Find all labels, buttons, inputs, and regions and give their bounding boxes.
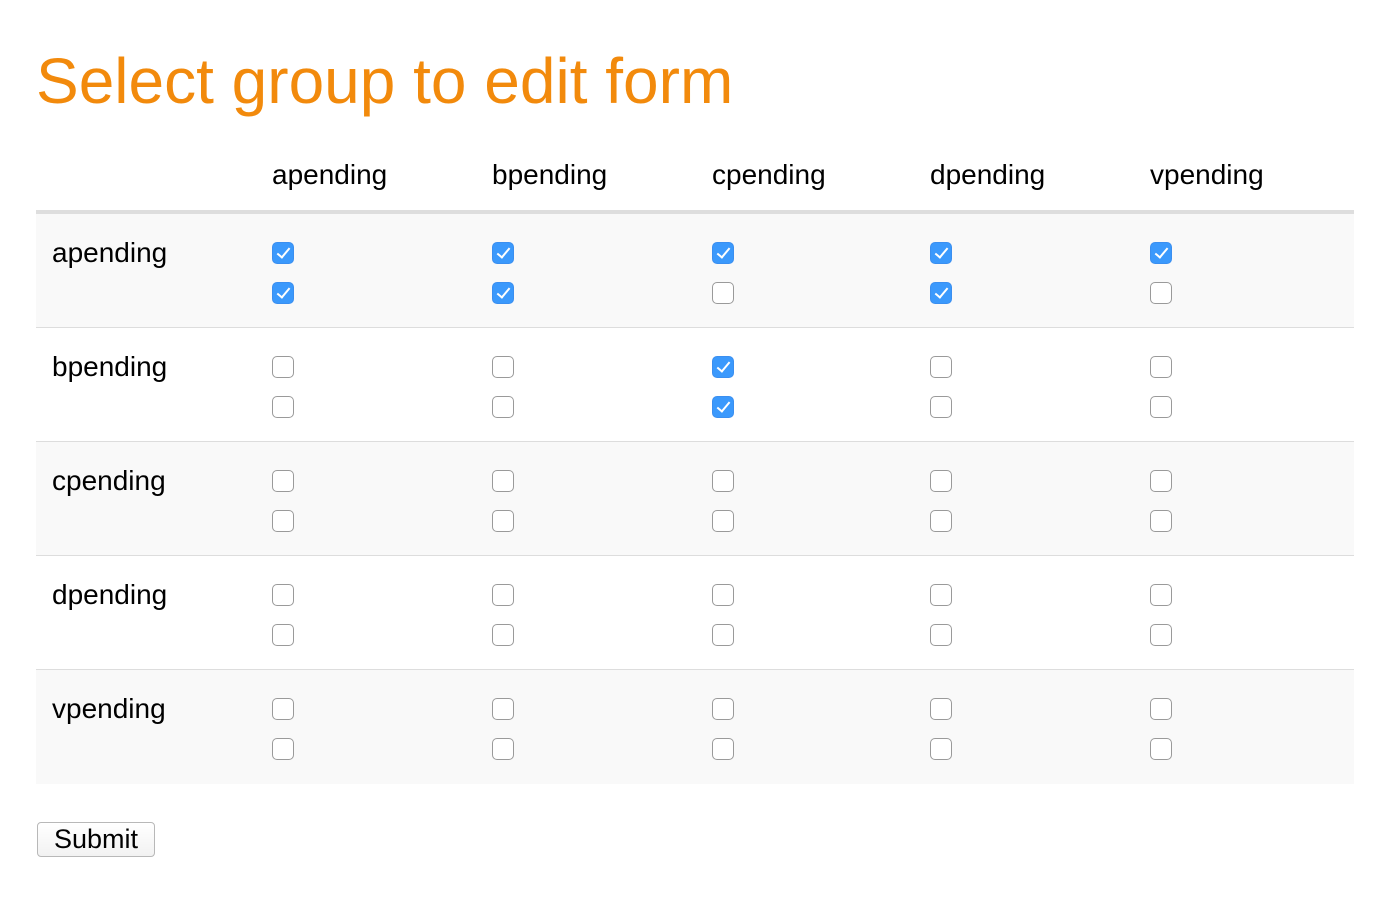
cell-apending-cpending [712, 242, 738, 304]
row-label: apending [52, 237, 168, 268]
checkbox-dpending-apending-2[interactable] [272, 624, 294, 646]
cell-bpending-bpending [492, 356, 518, 418]
cell-vpending-dpending [930, 698, 956, 760]
checkbox-dpending-dpending-1[interactable] [930, 584, 952, 606]
table-header-row: apending bpending cpending dpending vpending [36, 140, 1354, 214]
checkbox-apending-vpending-1[interactable] [1150, 242, 1172, 264]
column-header-vpending: vpending [1150, 159, 1264, 190]
checkbox-bpending-vpending-1[interactable] [1150, 356, 1172, 378]
checkbox-cpending-cpending-1[interactable] [712, 470, 734, 492]
checkbox-bpending-apending-1[interactable] [272, 356, 294, 378]
cell-cpending-cpending [712, 470, 738, 532]
checkbox-dpending-cpending-2[interactable] [712, 624, 734, 646]
cell-dpending-vpending [1150, 584, 1176, 646]
checkbox-dpending-bpending-1[interactable] [492, 584, 514, 606]
checkbox-dpending-bpending-2[interactable] [492, 624, 514, 646]
checkbox-bpending-bpending-2[interactable] [492, 396, 514, 418]
cell-apending-vpending [1150, 242, 1176, 304]
column-header-cpending: cpending [712, 159, 826, 190]
checkbox-bpending-dpending-1[interactable] [930, 356, 952, 378]
column-header-dpending: dpending [930, 159, 1046, 190]
checkbox-bpending-vpending-2[interactable] [1150, 396, 1172, 418]
cell-vpending-bpending [492, 698, 518, 760]
cell-bpending-apending [272, 356, 298, 418]
checkbox-apending-dpending-1[interactable] [930, 242, 952, 264]
row-label: bpending [52, 351, 168, 382]
checkbox-vpending-dpending-2[interactable] [930, 738, 952, 760]
page-title: Select group to edit form [36, 45, 734, 117]
cell-apending-dpending [930, 242, 956, 304]
checkbox-vpending-vpending-1[interactable] [1150, 698, 1172, 720]
checkbox-dpending-vpending-1[interactable] [1150, 584, 1172, 606]
checkbox-bpending-apending-2[interactable] [272, 396, 294, 418]
checkbox-bpending-cpending-1[interactable] [712, 356, 734, 378]
checkbox-vpending-dpending-1[interactable] [930, 698, 952, 720]
table-row-dpending: dpending [36, 556, 1354, 670]
checkbox-apending-apending-1[interactable] [272, 242, 294, 264]
cell-dpending-dpending [930, 584, 956, 646]
cell-cpending-vpending [1150, 470, 1176, 532]
checkbox-vpending-apending-2[interactable] [272, 738, 294, 760]
column-header-apending: apending [272, 159, 388, 190]
checkbox-dpending-cpending-1[interactable] [712, 584, 734, 606]
checkbox-cpending-vpending-1[interactable] [1150, 470, 1172, 492]
permissions-grid: apending bpending cpending dpending vpending… [36, 140, 1354, 784]
row-label: dpending [52, 579, 168, 610]
checkbox-vpending-cpending-2[interactable] [712, 738, 734, 760]
cell-bpending-dpending [930, 356, 956, 418]
cell-cpending-dpending [930, 470, 956, 532]
checkbox-vpending-apending-1[interactable] [272, 698, 294, 720]
checkbox-apending-bpending-2[interactable] [492, 282, 514, 304]
row-label: cpending [52, 465, 166, 496]
checkbox-cpending-bpending-2[interactable] [492, 510, 514, 532]
cell-apending-bpending [492, 242, 518, 304]
column-header-bpending: bpending [492, 159, 608, 190]
cell-apending-apending [272, 242, 298, 304]
page: Select group to edit form apending bpendi… [0, 0, 1390, 898]
checkbox-cpending-dpending-1[interactable] [930, 470, 952, 492]
submit-button[interactable]: Submit [37, 822, 155, 857]
checkbox-dpending-vpending-2[interactable] [1150, 624, 1172, 646]
checkbox-apending-dpending-2[interactable] [930, 282, 952, 304]
checkbox-bpending-bpending-1[interactable] [492, 356, 514, 378]
cell-dpending-bpending [492, 584, 518, 646]
checkbox-apending-bpending-1[interactable] [492, 242, 514, 264]
checkbox-cpending-bpending-1[interactable] [492, 470, 514, 492]
checkbox-bpending-dpending-2[interactable] [930, 396, 952, 418]
checkbox-vpending-vpending-2[interactable] [1150, 738, 1172, 760]
cell-cpending-bpending [492, 470, 518, 532]
cell-vpending-vpending [1150, 698, 1176, 760]
checkbox-apending-vpending-2[interactable] [1150, 282, 1172, 304]
checkbox-vpending-cpending-1[interactable] [712, 698, 734, 720]
checkbox-vpending-bpending-1[interactable] [492, 698, 514, 720]
checkbox-vpending-bpending-2[interactable] [492, 738, 514, 760]
cell-dpending-cpending [712, 584, 738, 646]
checkbox-dpending-apending-1[interactable] [272, 584, 294, 606]
table-row-bpending: bpending [36, 328, 1354, 442]
table-row-vpending: vpending [36, 670, 1354, 784]
checkbox-cpending-dpending-2[interactable] [930, 510, 952, 532]
cell-bpending-cpending [712, 356, 738, 418]
checkbox-dpending-dpending-2[interactable] [930, 624, 952, 646]
checkbox-cpending-apending-1[interactable] [272, 470, 294, 492]
checkbox-apending-cpending-2[interactable] [712, 282, 734, 304]
table-row-cpending: cpending [36, 442, 1354, 556]
checkbox-bpending-cpending-2[interactable] [712, 396, 734, 418]
checkbox-cpending-vpending-2[interactable] [1150, 510, 1172, 532]
table-row-apending: apending [36, 214, 1354, 328]
cell-dpending-apending [272, 584, 298, 646]
cell-bpending-vpending [1150, 356, 1176, 418]
checkbox-cpending-cpending-2[interactable] [712, 510, 734, 532]
cell-vpending-apending [272, 698, 298, 760]
cell-cpending-apending [272, 470, 298, 532]
cell-vpending-cpending [712, 698, 738, 760]
checkbox-cpending-apending-2[interactable] [272, 510, 294, 532]
row-label: vpending [52, 693, 166, 724]
checkbox-apending-apending-2[interactable] [272, 282, 294, 304]
checkbox-apending-cpending-1[interactable] [712, 242, 734, 264]
